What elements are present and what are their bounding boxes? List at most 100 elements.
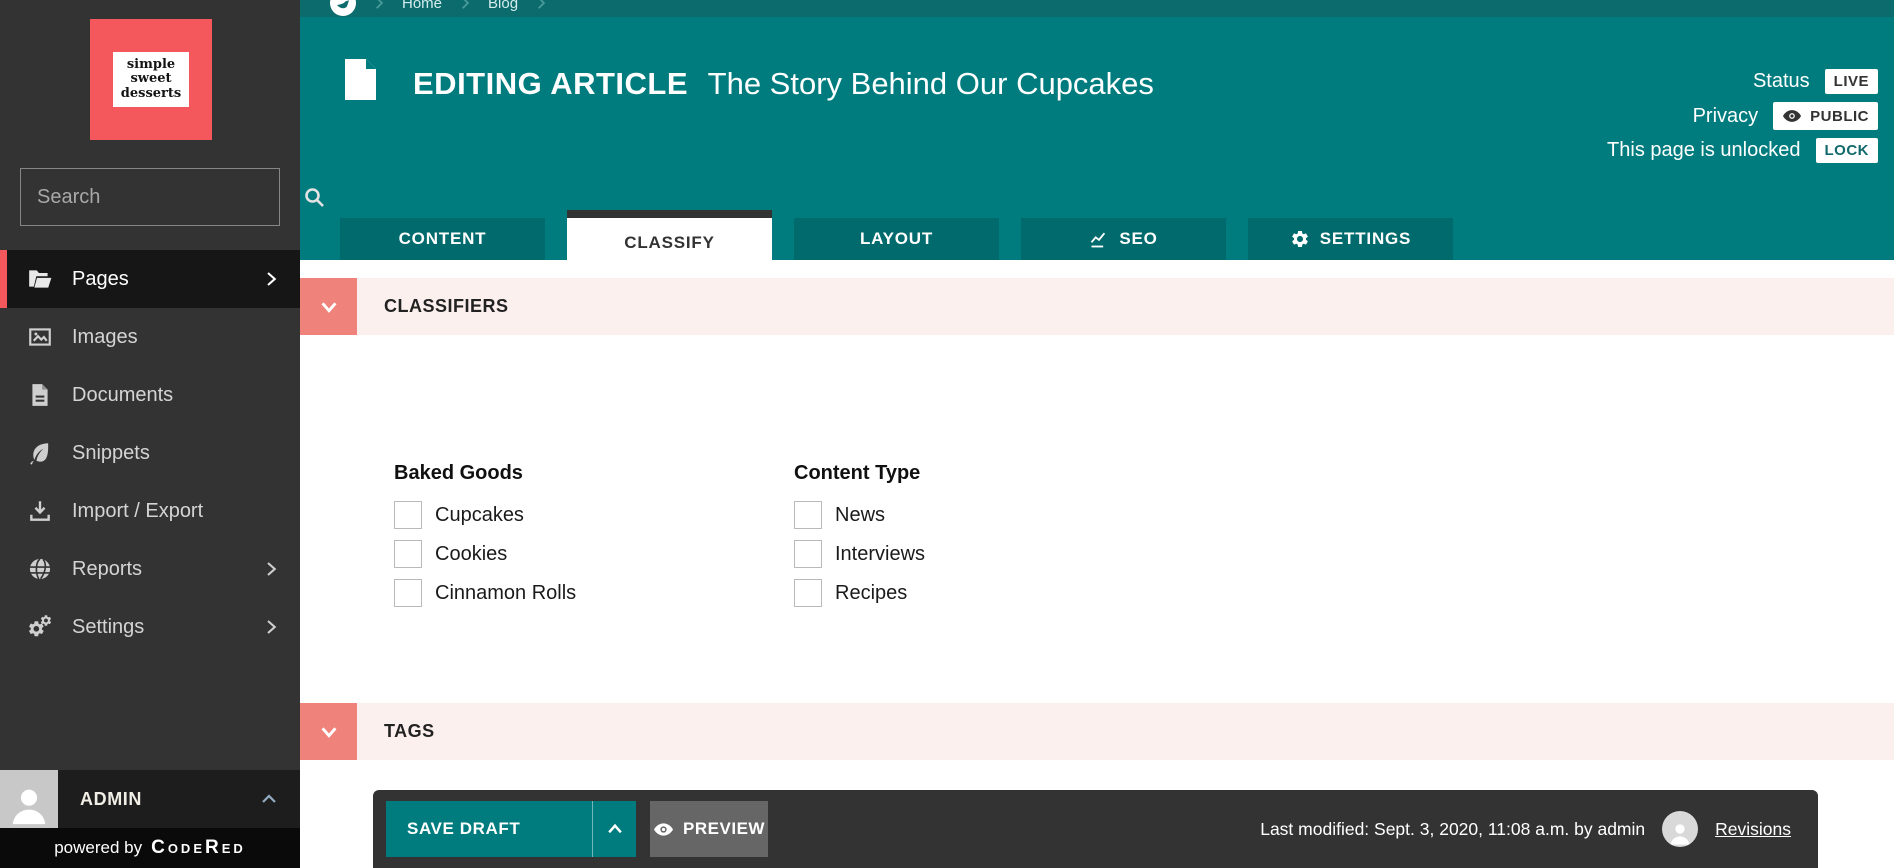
site-logo-text: simple sweet desserts <box>113 52 189 107</box>
checkbox[interactable] <box>794 540 822 568</box>
breadcrumb-separator-icon <box>534 0 548 10</box>
folder-icon <box>27 266 53 292</box>
gears-icon <box>27 614 53 640</box>
account-menu[interactable]: ADMIN <box>0 770 300 828</box>
sidebar-item-images[interactable]: Images <box>0 308 300 366</box>
search-input[interactable] <box>37 186 302 209</box>
sidebar-item-import-export[interactable]: Import / Export <box>0 482 300 540</box>
logo-line: sweet <box>130 72 171 87</box>
sidebar-search <box>20 168 280 226</box>
powered-by-text: powered by <box>54 838 142 858</box>
checkbox-row: Cookies <box>394 540 576 568</box>
checkbox-label[interactable]: Recipes <box>835 582 907 605</box>
privacy-value: PUBLIC <box>1810 108 1869 125</box>
globe-icon <box>27 556 53 582</box>
leaf-icon <box>27 440 53 466</box>
tab-settings[interactable]: SETTINGS <box>1248 218 1453 260</box>
sidebar-item-label: Images <box>72 326 280 349</box>
checkbox-label[interactable]: Cookies <box>435 543 507 566</box>
sidebar-item-snippets[interactable]: Snippets <box>0 424 300 482</box>
last-modified-text: Last modified: Sept. 3, 2020, 11:08 a.m.… <box>1260 819 1645 840</box>
sidebar-item-label: Snippets <box>72 442 280 465</box>
tab-classify[interactable]: CLASSIFY <box>567 210 772 268</box>
privacy-row: Privacy PUBLIC <box>1693 102 1878 130</box>
sidebar-item-reports[interactable]: Reports <box>0 540 300 598</box>
checkbox[interactable] <box>794 501 822 529</box>
chevron-up-icon <box>260 790 278 808</box>
eye-icon <box>1782 106 1802 126</box>
tab-label: CLASSIFY <box>624 233 714 253</box>
sidebar-nav: Pages Images Documents Snippets <box>0 250 300 656</box>
admin-username: ADMIN <box>80 789 260 810</box>
footer-meta: Last modified: Sept. 3, 2020, 11:08 a.m.… <box>1260 790 1791 868</box>
codered-logo: CodeRed <box>151 837 246 859</box>
chevron-right-icon <box>262 618 280 636</box>
privacy-label: Privacy <box>1693 105 1759 128</box>
save-options-button[interactable] <box>592 801 636 857</box>
sidebar-item-label: Documents <box>72 384 280 407</box>
main-area: Home Blog EDITING ARTICLE The Story Behi… <box>300 0 1894 868</box>
save-draft-group: SAVE DRAFT <box>386 801 636 857</box>
chart-icon <box>1089 229 1109 249</box>
breadcrumb-separator-icon <box>372 0 386 10</box>
collapse-toggle-button[interactable] <box>300 703 357 760</box>
checkbox-row: Cinnamon Rolls <box>394 579 576 607</box>
revisions-link[interactable]: Revisions <box>1715 819 1791 840</box>
privacy-public-button[interactable]: PUBLIC <box>1773 102 1878 130</box>
chevron-right-icon <box>262 270 280 288</box>
sidebar-item-label: Reports <box>72 558 262 581</box>
classifier-group-content-type: Content Type News Interviews Recipes <box>794 462 925 618</box>
editor-tabs: CONTENT CLASSIFY LAYOUT SEO SETTINGS <box>340 210 1453 260</box>
tags-section-header[interactable]: TAGS <box>300 703 1894 760</box>
tab-layout[interactable]: LAYOUT <box>794 218 999 260</box>
action-bar: SAVE DRAFT PREVIEW Last modified: Sept. … <box>373 790 1818 868</box>
sidebar-item-label: Pages <box>72 268 262 291</box>
section-title: CLASSIFIERS <box>384 296 509 317</box>
document-page-icon <box>345 59 376 100</box>
search-icon[interactable] <box>302 185 326 209</box>
site-logo: simple sweet desserts <box>90 19 212 140</box>
group-title: Baked Goods <box>394 462 576 485</box>
eye-icon <box>653 819 674 840</box>
admin-avatar <box>1662 811 1698 847</box>
sidebar-item-settings[interactable]: Settings <box>0 598 300 656</box>
sidebar-item-pages[interactable]: Pages <box>0 250 300 308</box>
image-icon <box>27 324 53 350</box>
logo-line: simple <box>127 58 175 73</box>
checkbox-label[interactable]: Cinnamon Rolls <box>435 582 576 605</box>
tab-label: CONTENT <box>399 229 487 249</box>
checkbox[interactable] <box>394 540 422 568</box>
tab-label: SETTINGS <box>1320 229 1411 249</box>
checkbox-row: Recipes <box>794 579 925 607</box>
page-header: EDITING ARTICLE The Story Behind Our Cup… <box>300 17 1894 260</box>
tab-label: LAYOUT <box>860 229 933 249</box>
page-title: EDITING ARTICLE The Story Behind Our Cup… <box>413 66 1154 102</box>
live-status-button[interactable]: LIVE <box>1825 69 1878 94</box>
checkbox-label[interactable]: Interviews <box>835 543 925 566</box>
status-panel: Status LIVE Privacy PUBLIC This page is … <box>1607 69 1878 163</box>
sidebar: simple sweet desserts Pages Images <box>0 0 300 868</box>
collapse-toggle-button[interactable] <box>300 278 357 335</box>
download-icon <box>27 498 53 524</box>
article-title: The Story Behind Our Cupcakes <box>708 66 1154 101</box>
checkbox[interactable] <box>794 579 822 607</box>
checkbox[interactable] <box>394 501 422 529</box>
lock-button[interactable]: LOCK <box>1816 138 1879 163</box>
classifiers-section-header[interactable]: CLASSIFIERS <box>300 278 1894 335</box>
sidebar-item-documents[interactable]: Documents <box>0 366 300 424</box>
admin-avatar <box>0 770 58 828</box>
save-draft-button[interactable]: SAVE DRAFT <box>386 801 592 857</box>
tab-label: SEO <box>1119 229 1157 249</box>
status-row: Status LIVE <box>1753 69 1878 94</box>
editing-label: EDITING ARTICLE <box>413 66 688 101</box>
logo-line: desserts <box>121 87 181 102</box>
checkbox-label[interactable]: News <box>835 504 885 527</box>
preview-button[interactable]: PREVIEW <box>650 801 768 857</box>
wagtail-bird-icon[interactable] <box>330 0 356 16</box>
checkbox-label[interactable]: Cupcakes <box>435 504 524 527</box>
breadcrumb-home[interactable]: Home <box>402 0 442 12</box>
tab-seo[interactable]: SEO <box>1021 218 1226 260</box>
checkbox[interactable] <box>394 579 422 607</box>
tab-content[interactable]: CONTENT <box>340 218 545 260</box>
breadcrumb-blog[interactable]: Blog <box>488 0 518 12</box>
